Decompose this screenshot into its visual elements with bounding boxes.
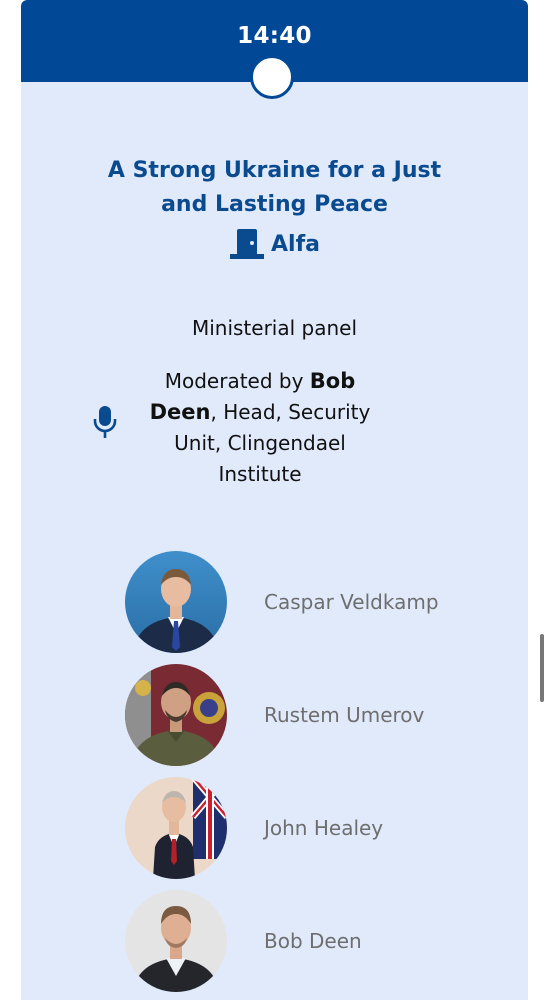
speaker-avatar[interactable] (125, 664, 227, 766)
speaker-name[interactable]: Caspar Veldkamp (264, 551, 494, 653)
moderator-info: Moderated by Bob Deen, Head, Security Un… (138, 366, 382, 490)
speaker-item[interactable]: Caspar Veldkamp (125, 551, 505, 653)
speaker-name[interactable]: Bob Deen (264, 890, 494, 992)
app-screen: 14:40 A Strong Ukraine for a Just and La… (0, 0, 549, 1000)
speaker-name[interactable]: Rustem Umerov (264, 664, 494, 766)
room-name: Alfa (271, 231, 320, 257)
speaker-avatar[interactable] (125, 777, 227, 879)
room-location[interactable]: Alfa (21, 228, 528, 260)
speaker-item[interactable]: Rustem Umerov (125, 664, 505, 766)
speaker-item[interactable]: John Healey (125, 777, 505, 879)
session-title[interactable]: A Strong Ukraine for a Just and Lasting … (81, 154, 468, 222)
speaker-avatar[interactable] (125, 551, 227, 653)
speaker-avatar[interactable] (125, 890, 227, 992)
door-icon (230, 229, 264, 259)
session-time: 14:40 (237, 23, 312, 49)
session-type: Ministerial panel (191, 316, 358, 340)
session-card[interactable]: 14:40 A Strong Ukraine for a Just and La… (21, 0, 528, 1000)
scrollbar[interactable] (540, 634, 544, 702)
speaker-item[interactable]: Bob Deen (125, 890, 505, 992)
moderator-prefix: Moderated by (164, 369, 304, 393)
microphone-icon (93, 406, 117, 438)
speaker-name[interactable]: John Healey (264, 777, 494, 879)
session-details: A Strong Ukraine for a Just and Lasting … (21, 82, 528, 1000)
